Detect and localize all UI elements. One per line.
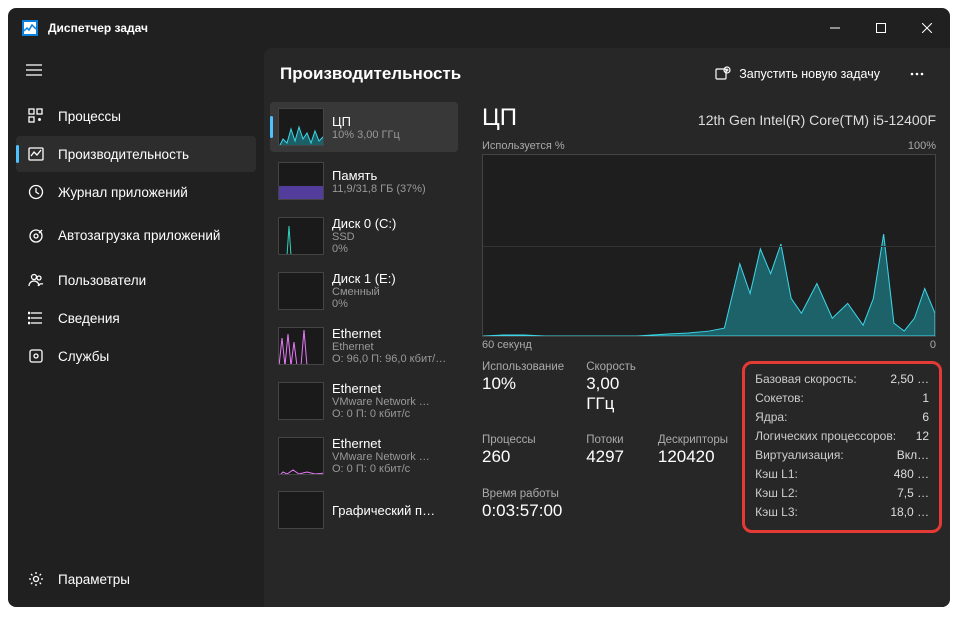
nav-details[interactable]: Сведения [16, 300, 256, 336]
content-header: Производительность Запустить новую задач… [264, 48, 950, 100]
mini-chart-memory [278, 162, 324, 200]
mini-chart-disk0 [278, 217, 324, 255]
mini-chart-gpu [278, 491, 324, 529]
info-base-speed: 2,50 … [890, 370, 929, 389]
info-logical: 12 [916, 427, 929, 446]
history-icon [28, 184, 44, 200]
page-title: Производительность [280, 64, 461, 84]
nav-processes[interactable]: Процессы [16, 98, 256, 134]
mini-chart-cpu [278, 108, 324, 146]
gear-icon [28, 571, 44, 587]
info-l1: 480 … [894, 465, 929, 484]
resource-ethernet0[interactable]: EthernetEthernetО: 96,0 П: 96,0 кбит/… [270, 320, 458, 371]
nav-settings[interactable]: Параметры [16, 561, 256, 597]
stat-threads: 4297 [586, 447, 636, 467]
list-icon [28, 310, 44, 326]
stat-uptime: 0:03:57:00 [482, 501, 728, 521]
mini-chart-eth2 [278, 437, 324, 475]
cpu-usage-chart[interactable] [482, 154, 936, 337]
stat-usage: 10% [482, 374, 564, 394]
resource-ethernet2[interactable]: EthernetVMware Network …О: 0 П: 0 кбит/с [270, 430, 458, 481]
cpu-info-box: Базовая скорость:2,50 … Сокетов:1 Ядра:6… [742, 361, 942, 533]
nav-app-history[interactable]: Журнал приложений [16, 174, 256, 210]
mini-chart-eth0 [278, 327, 324, 365]
stat-handles: 120420 [658, 447, 728, 467]
cpu-detail-pane: ЦП 12th Gen Intel(R) Core(TM) i5-12400F … [464, 100, 950, 607]
grid-icon [28, 108, 44, 124]
nav-startup[interactable]: Автозагрузка приложений [16, 212, 256, 260]
info-virt: Вкл… [897, 446, 929, 465]
resource-list[interactable]: ЦП10% 3,00 ГГц Память11,9/31,8 ГБ (37%) … [264, 100, 464, 607]
content-area: Производительность Запустить новую задач… [264, 48, 950, 607]
nav-performance[interactable]: Производительность [16, 136, 256, 172]
hamburger-button[interactable] [14, 52, 54, 88]
users-icon [28, 272, 44, 288]
more-button[interactable] [900, 58, 934, 90]
mini-chart-disk1 [278, 272, 324, 310]
mini-chart-eth1 [278, 382, 324, 420]
stat-speed: 3,00 ГГц [586, 374, 636, 414]
chart-y-label: Используется % [482, 140, 565, 152]
resource-gpu[interactable]: Графический п… [270, 485, 458, 535]
resource-cpu[interactable]: ЦП10% 3,00 ГГц [270, 102, 458, 152]
run-task-button[interactable]: Запустить новую задачу [703, 60, 892, 88]
startup-icon [28, 228, 44, 244]
app-title: Диспетчер задач [48, 21, 148, 35]
sidebar: Процессы Производительность Журнал прило… [8, 48, 264, 607]
chart-y-max: 100% [908, 140, 936, 152]
resource-disk0[interactable]: Диск 0 (C:)SSD0% [270, 210, 458, 261]
window-controls [812, 8, 950, 48]
info-cores: 6 [922, 408, 929, 427]
close-button[interactable] [904, 8, 950, 48]
task-manager-window: Диспетчер задач Процессы Производительно… [8, 8, 950, 607]
nav-users[interactable]: Пользователи [16, 262, 256, 298]
services-icon [28, 348, 44, 364]
chart-x-left: 60 секунд [482, 339, 532, 351]
cpu-stats-grid: Использование10% Скорость3,00 ГГц Процес… [482, 361, 728, 533]
nav-services[interactable]: Службы [16, 338, 256, 374]
app-icon [22, 20, 38, 36]
titlebar: Диспетчер задач [8, 8, 950, 48]
cpu-model: 12th Gen Intel(R) Core(TM) i5-12400F [698, 112, 936, 128]
run-task-icon [715, 66, 731, 82]
info-l3: 18,0 … [890, 503, 929, 522]
info-l2: 7,5 … [897, 484, 929, 503]
chart-x-right: 0 [930, 339, 936, 351]
performance-icon [28, 146, 44, 162]
detail-title: ЦП [482, 104, 517, 132]
minimize-button[interactable] [812, 8, 858, 48]
maximize-button[interactable] [858, 8, 904, 48]
resource-memory[interactable]: Память11,9/31,8 ГБ (37%) [270, 156, 458, 206]
stat-processes: 260 [482, 447, 564, 467]
resource-disk1[interactable]: Диск 1 (E:)Сменный0% [270, 265, 458, 316]
resource-ethernet1[interactable]: EthernetVMware Network …О: 0 П: 0 кбит/с [270, 375, 458, 426]
info-sockets: 1 [922, 389, 929, 408]
